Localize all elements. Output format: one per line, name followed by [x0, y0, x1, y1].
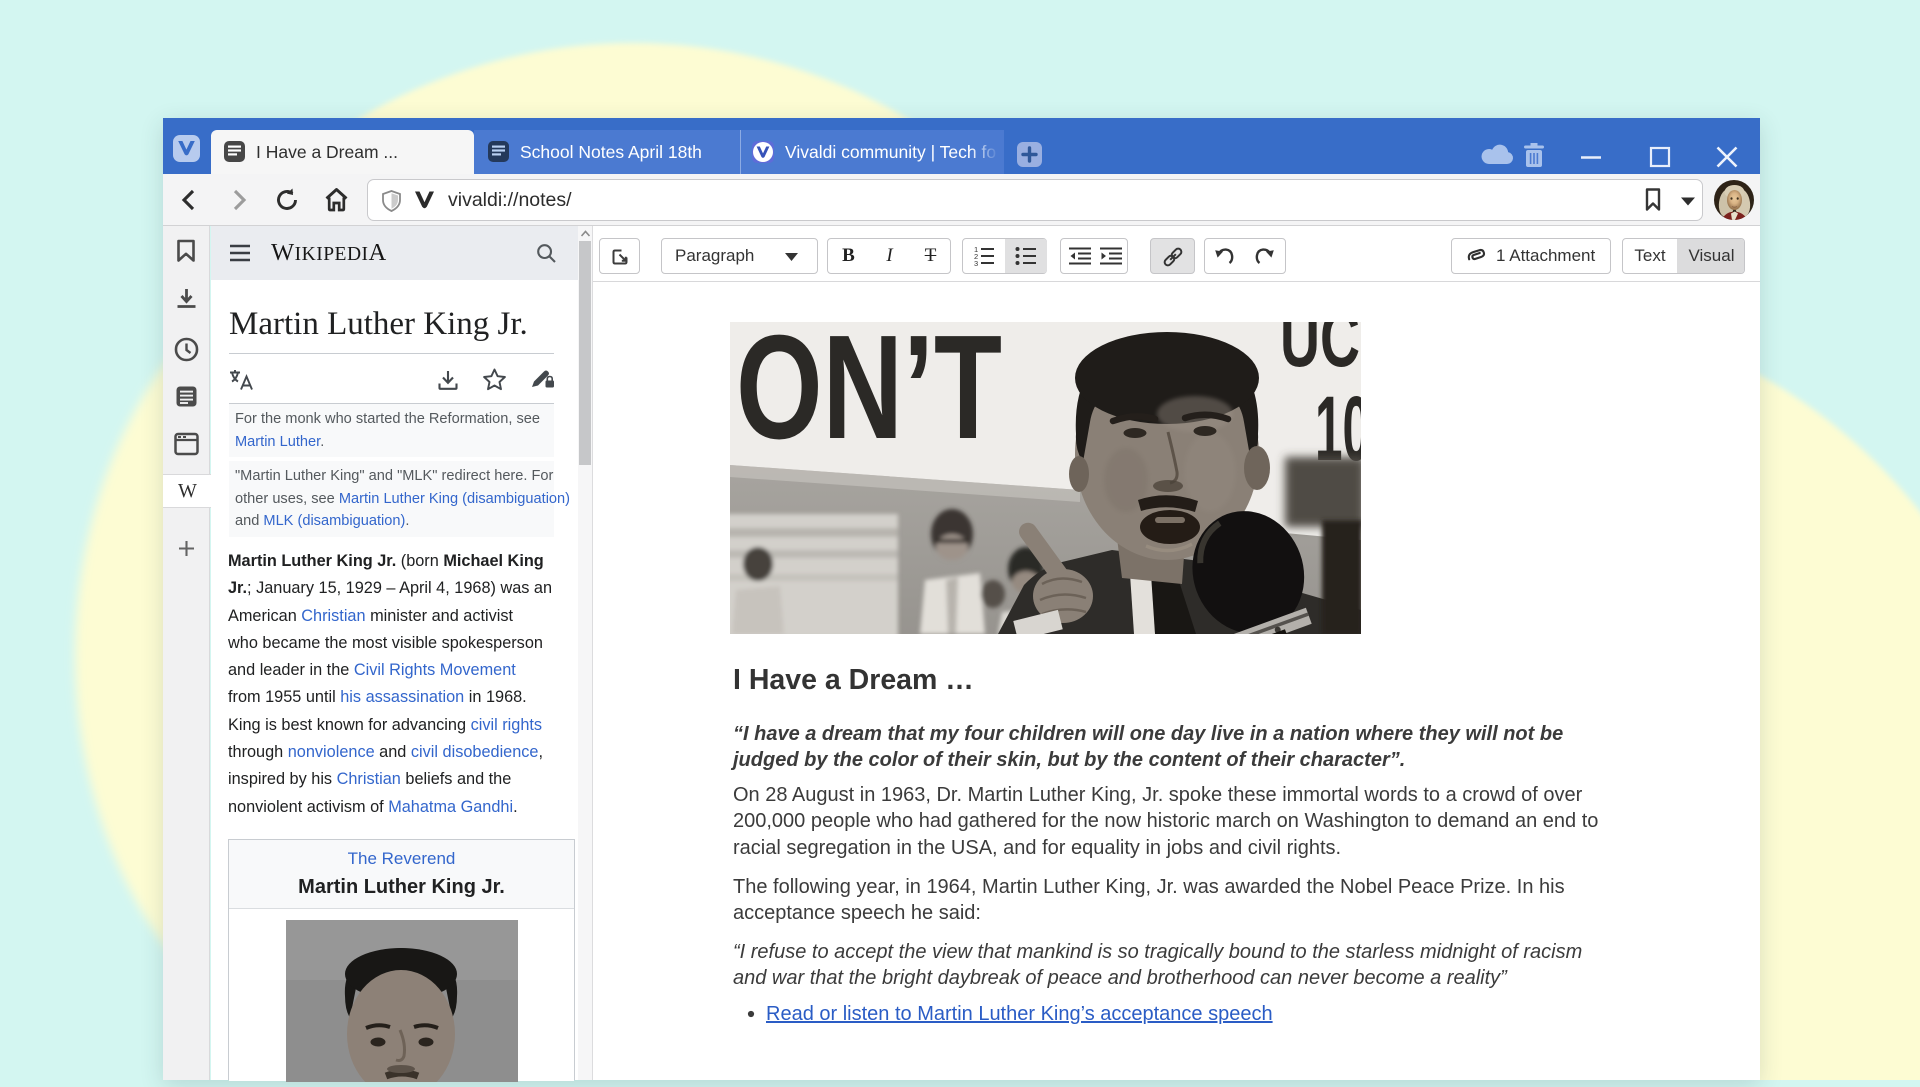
svg-text:3: 3: [974, 259, 978, 266]
svg-text:UC: UC: [1280, 322, 1360, 384]
svg-text:ON’T: ON’T: [736, 322, 1002, 470]
